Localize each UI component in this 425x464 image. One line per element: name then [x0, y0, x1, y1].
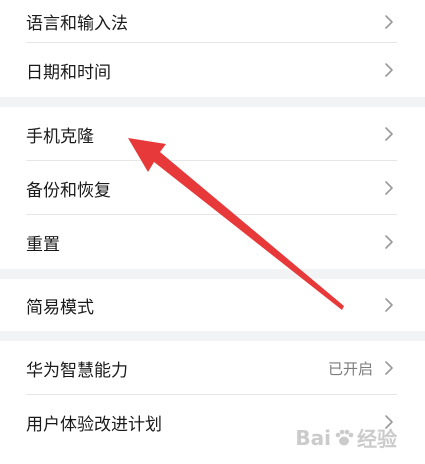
settings-item-label: 简易模式	[26, 297, 94, 318]
settings-item-huawei-intelligence[interactable]: 华为智慧能力 已开启	[0, 341, 425, 395]
settings-item-date-time[interactable]: 日期和时间	[0, 43, 425, 97]
chevron-right-icon	[381, 14, 397, 30]
baidu-jingyan-watermark: Bai 经验	[295, 423, 397, 452]
settings-item-label: 手机克隆	[26, 126, 94, 147]
chevron-right-icon	[381, 62, 397, 78]
chevron-right-icon	[381, 360, 397, 376]
settings-item-phone-clone[interactable]: 手机克隆	[0, 107, 425, 161]
chevron-right-icon	[381, 297, 397, 313]
settings-item-reset[interactable]: 重置	[0, 215, 425, 269]
settings-item-language-input[interactable]: 语言和输入法	[0, 0, 425, 43]
settings-item-backup-restore[interactable]: 备份和恢复	[0, 161, 425, 215]
section-gap	[0, 331, 425, 341]
settings-item-label: 重置	[26, 234, 60, 255]
watermark-text: Bai	[295, 425, 331, 450]
settings-item-status: 已开启	[327, 359, 373, 378]
settings-item-label: 华为智慧能力	[26, 360, 128, 381]
settings-item-label: 日期和时间	[26, 62, 111, 83]
settings-page: 语言和输入法 日期和时间 手机克隆 备份和恢复 重置 简易模式 华为智慧能力 已…	[0, 0, 425, 464]
section-gap	[0, 97, 425, 107]
settings-item-label: 备份和恢复	[26, 180, 111, 201]
settings-item-label: 语言和输入法	[26, 14, 128, 34]
chevron-right-icon	[381, 126, 397, 142]
watermark-text-2: 经验	[357, 427, 397, 451]
paw-icon	[335, 429, 354, 445]
chevron-right-icon	[381, 234, 397, 250]
section-gap	[0, 269, 425, 279]
settings-item-simple-mode[interactable]: 简易模式	[0, 279, 425, 331]
chevron-right-icon	[381, 180, 397, 196]
